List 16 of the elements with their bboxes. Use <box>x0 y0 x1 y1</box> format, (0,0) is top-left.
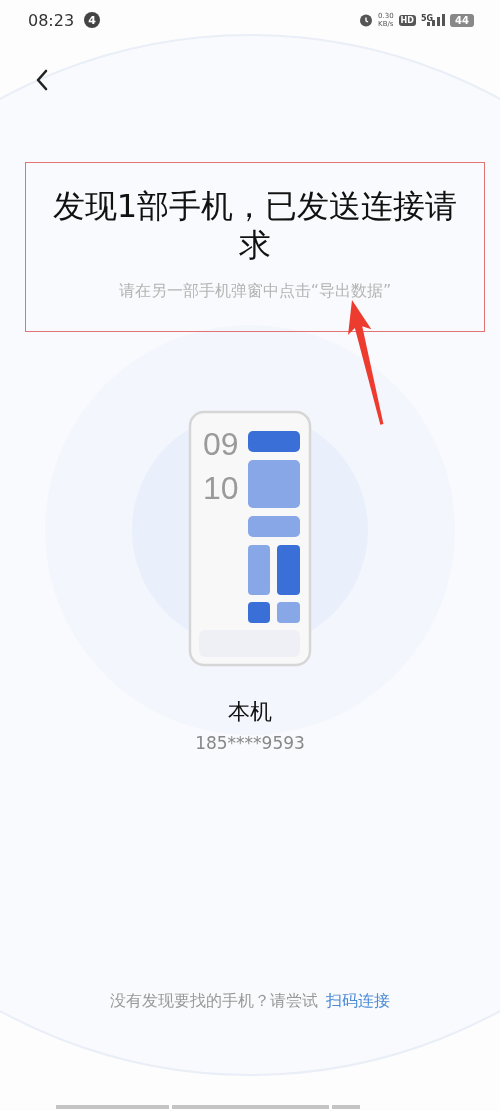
device-name: 本机 <box>227 698 273 726</box>
clock-minutes: 10 <box>203 470 239 506</box>
status-time: 08:23 <box>28 10 75 30</box>
instruction-text: 请在另一部手机弹窗中点击“导出数据” <box>118 281 392 302</box>
hd-badge: HD <box>398 14 416 26</box>
page-title: 发现1部手机，已发送连接请求 <box>51 187 459 265</box>
clock-hours: 09 <box>203 426 239 462</box>
alarm-icon <box>359 13 373 27</box>
network-type: 5G <box>420 14 434 23</box>
battery-indicator: 44 <box>450 13 474 27</box>
phone-number: 185****9593 <box>194 733 306 753</box>
scan-connect-link[interactable]: 扫码连接 <box>326 991 390 1012</box>
nav-bar-segment <box>332 1105 360 1109</box>
back-icon[interactable] <box>35 69 49 91</box>
notification-badge: 4 <box>84 12 101 28</box>
footer-prompt: 没有发现要找的手机？请尝试 <box>110 991 318 1012</box>
